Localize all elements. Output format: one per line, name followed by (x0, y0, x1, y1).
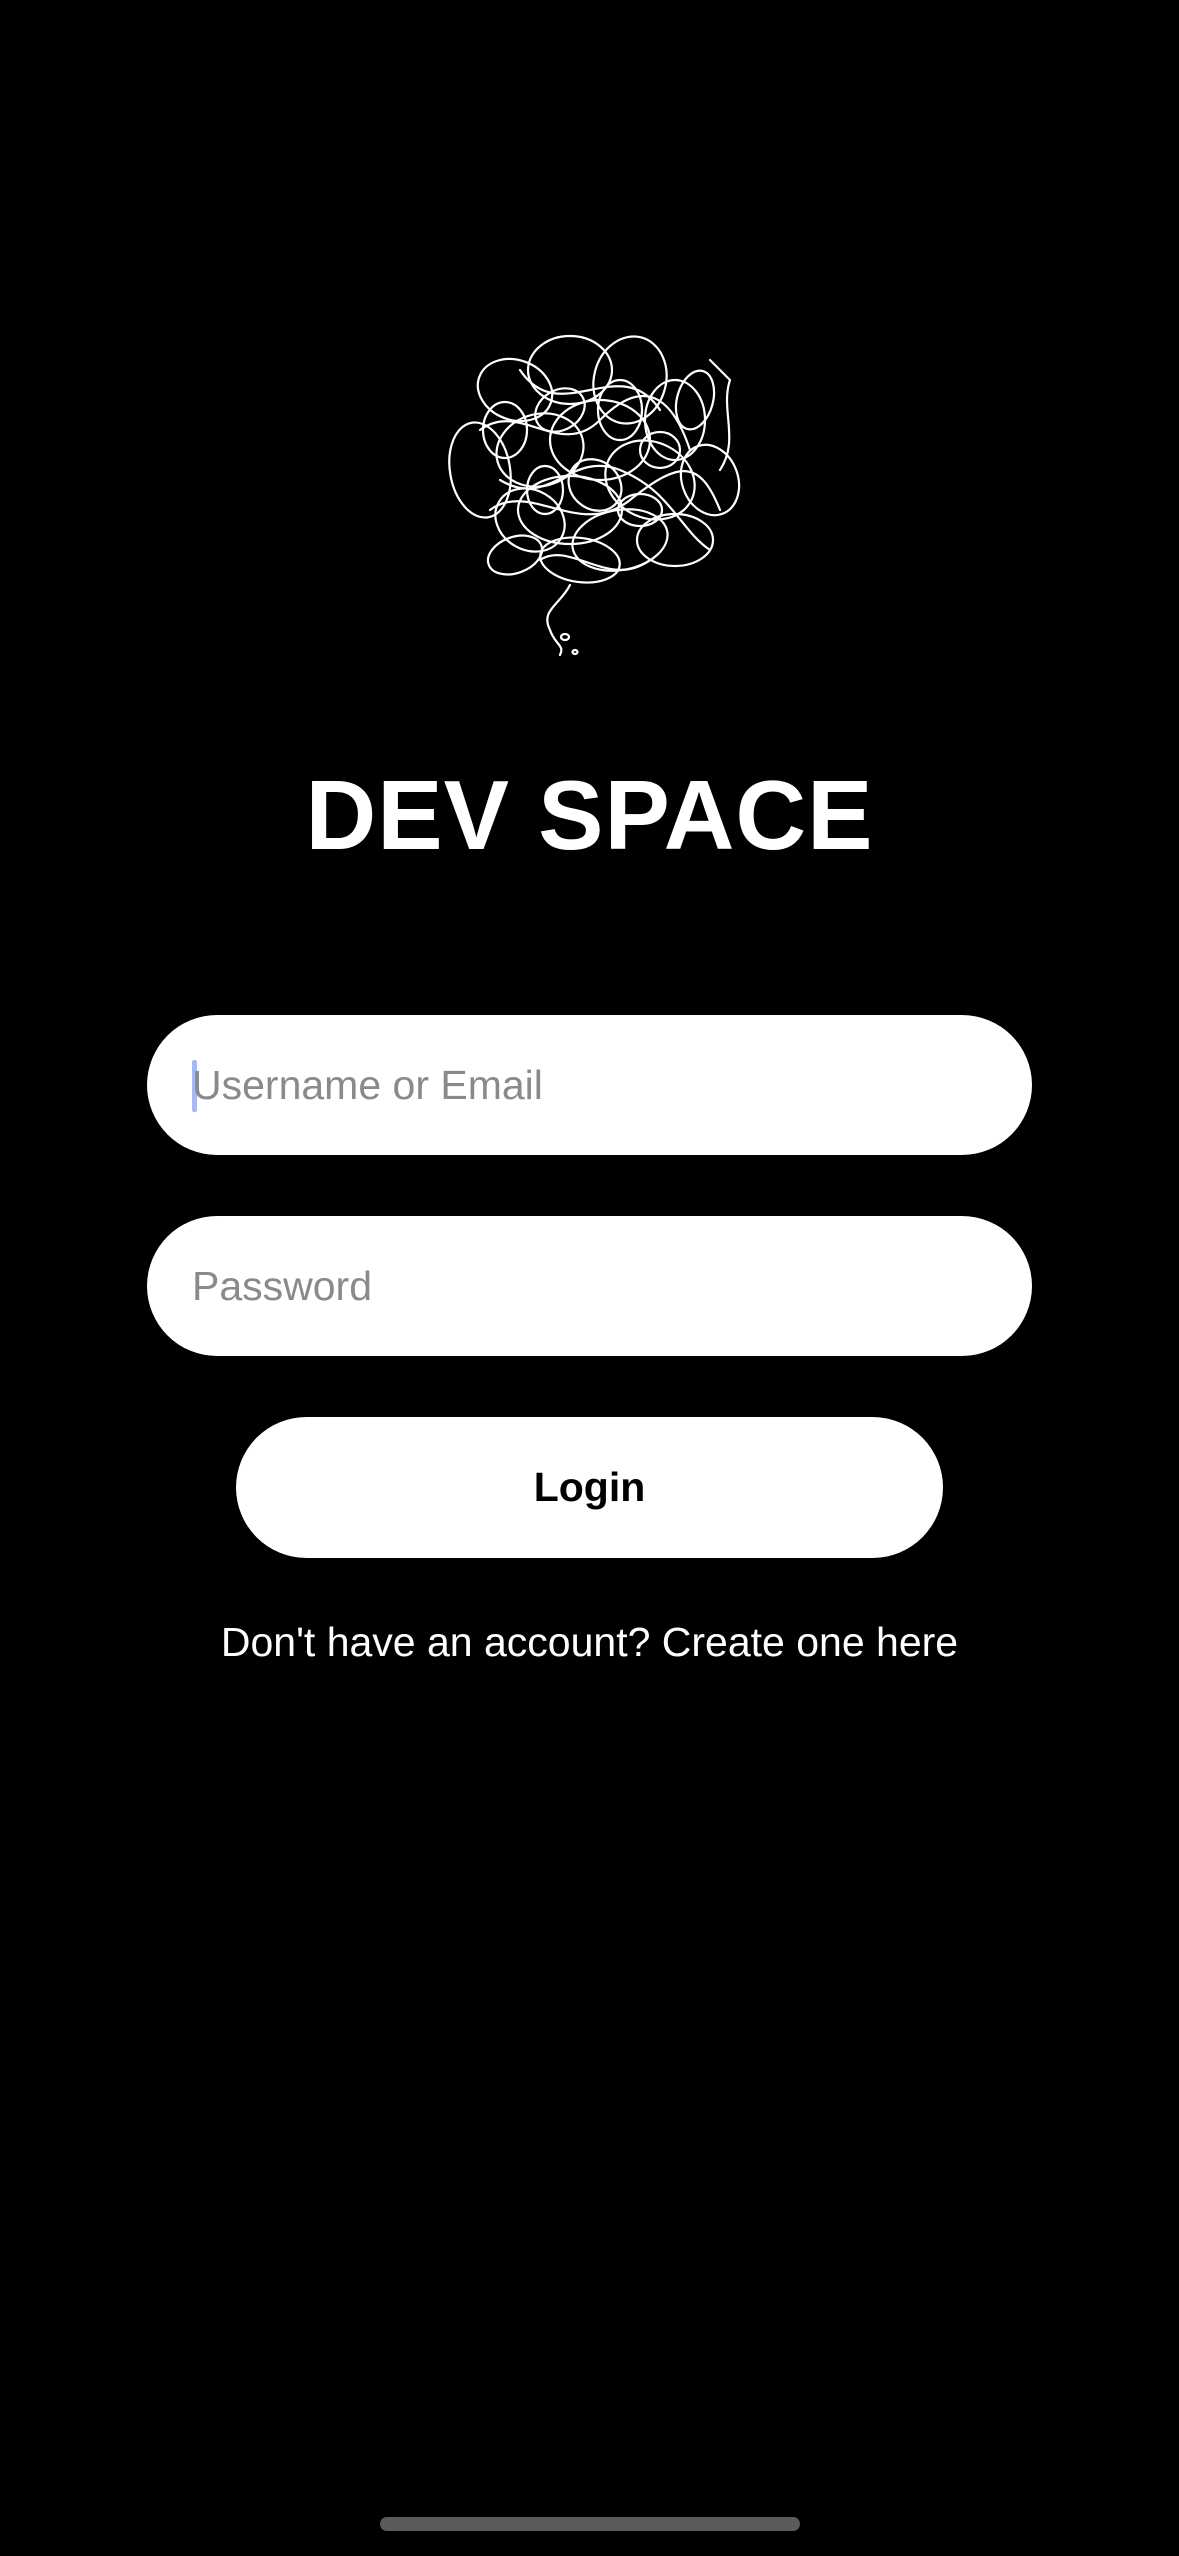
logo-scribble-icon (420, 310, 790, 680)
create-account-link[interactable]: Don't have an account? Create one here (0, 1612, 1179, 1672)
username-field[interactable] (147, 1015, 1032, 1155)
password-field[interactable] (147, 1216, 1032, 1356)
app-title: DEV SPACE (305, 760, 874, 870)
home-indicator[interactable] (380, 2517, 800, 2531)
username-input[interactable] (192, 1015, 987, 1155)
password-input[interactable] (192, 1216, 987, 1356)
login-button[interactable]: Login (236, 1417, 943, 1558)
